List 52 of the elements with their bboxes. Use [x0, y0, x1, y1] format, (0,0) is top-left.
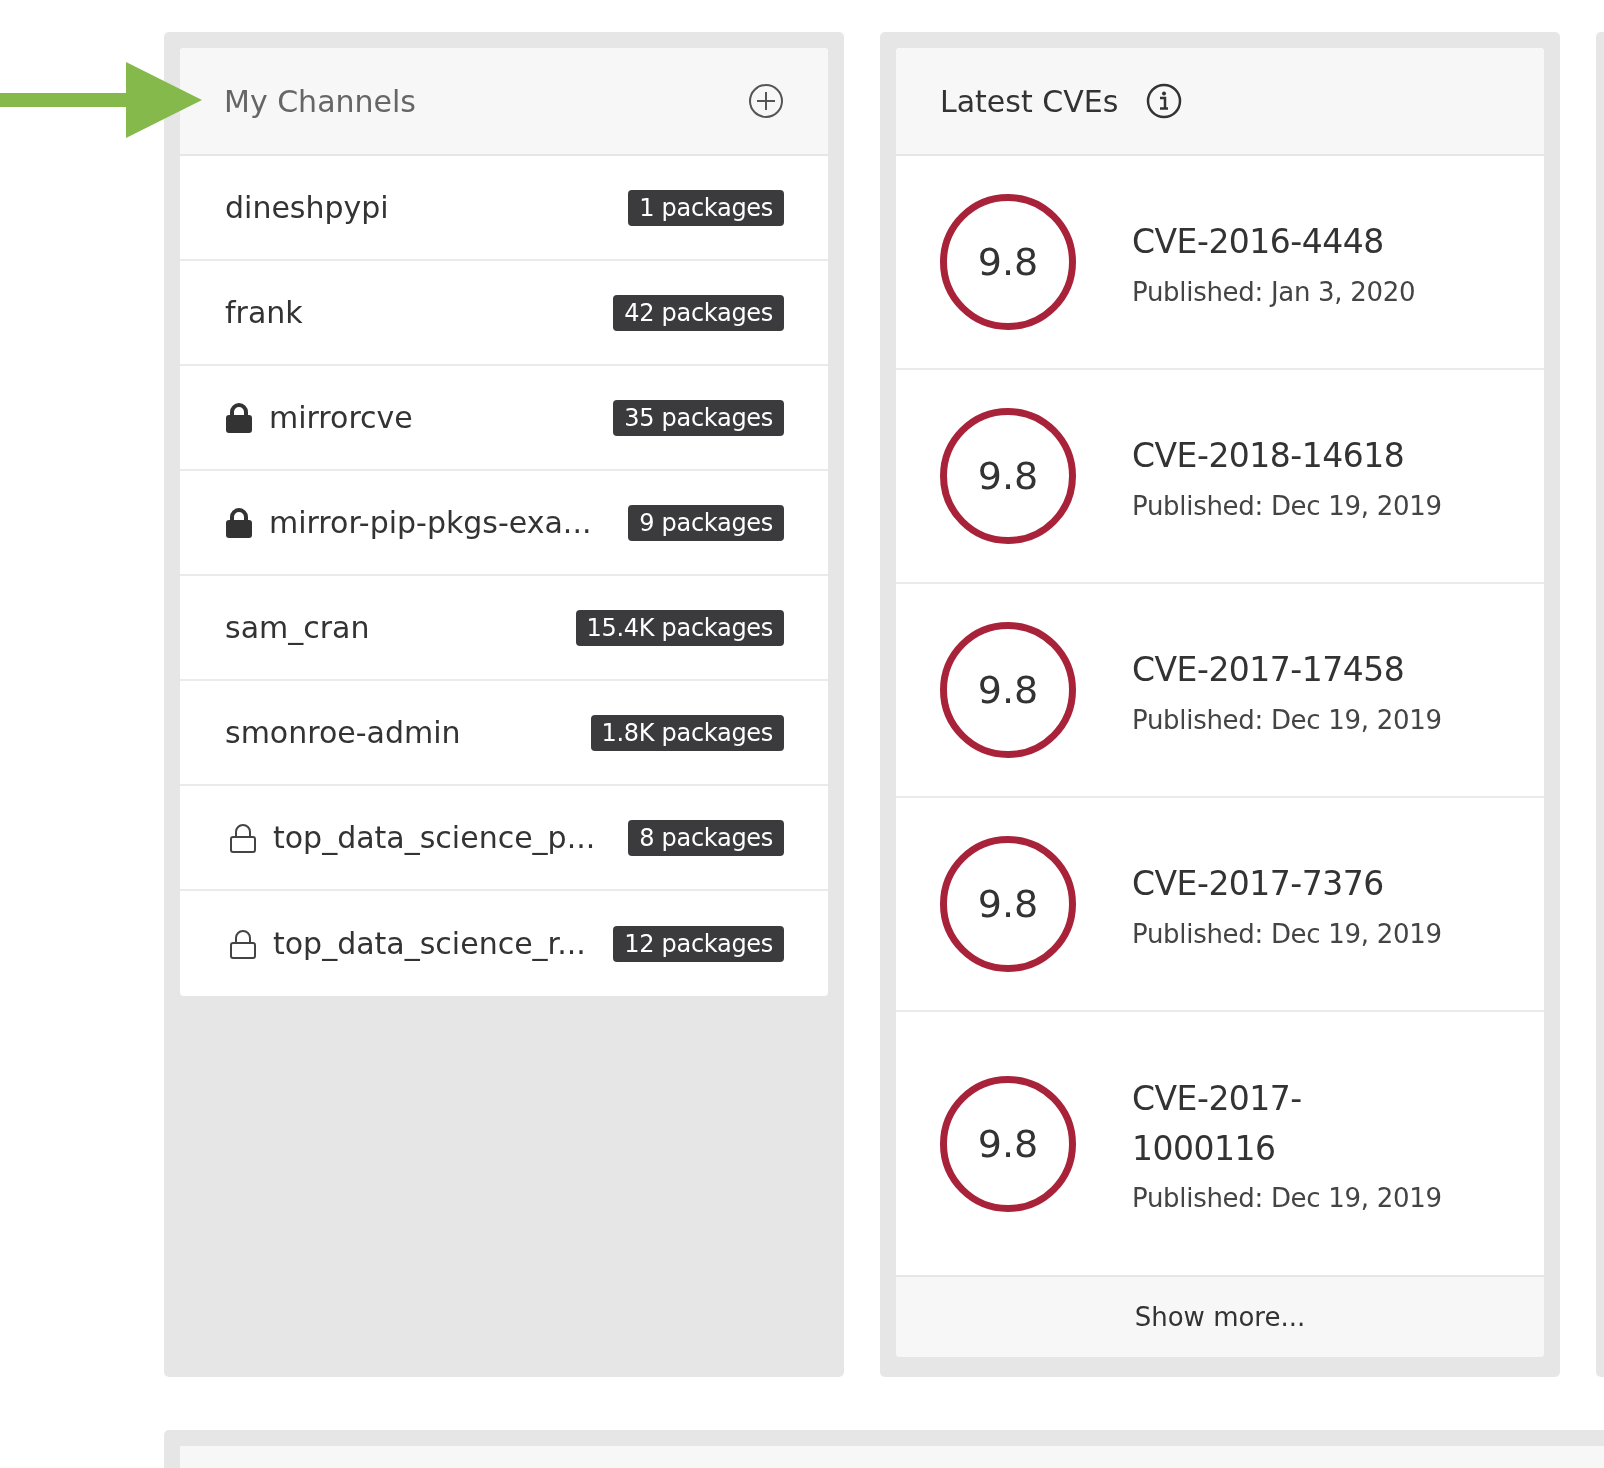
channel-item[interactable]: top_data_science_p... 8 packages [180, 786, 828, 891]
show-more-button[interactable]: Show more... [896, 1277, 1544, 1357]
package-count: 1.8K packages [590, 714, 784, 751]
cve-item[interactable]: 9.8 CVE-2018-14618 Published: Dec 19, 2019 [896, 370, 1544, 584]
add-icon[interactable] [748, 83, 784, 119]
channel-item[interactable]: smonroe-admin 1.8K packages [180, 681, 828, 786]
score-badge: 9.8 [940, 408, 1076, 544]
channel-name: mirrorcve [269, 400, 414, 435]
channel-item[interactable]: mirror-pip-pkgs-exa... 9 packages [180, 471, 828, 576]
package-count: 9 packages [628, 504, 784, 541]
lock-icon [229, 822, 257, 853]
package-count: 42 packages [613, 294, 784, 331]
channel-item[interactable]: sam_cran 15.4K packages [180, 576, 828, 681]
cve-item[interactable]: 9.8 CVE-2017-7376 Published: Dec 19, 2019 [896, 798, 1544, 1012]
channel-name: smonroe-admin [225, 715, 462, 750]
cve-id: CVE-2018-14618 [1132, 435, 1406, 478]
cve-item[interactable]: 9.8 CVE-2016-4448 Published: Jan 3, 2020 [896, 156, 1544, 370]
channel-item[interactable]: mirrorcve 35 packages [180, 366, 828, 471]
lock-icon [229, 928, 257, 959]
cve-id: CVE-2017-1000116 [1132, 1078, 1303, 1170]
channel-name: mirror-pip-pkgs-exa... [269, 505, 593, 540]
channel-name: dineshpypi [225, 190, 390, 225]
package-count: 1 packages [628, 189, 784, 226]
channel-name: frank [225, 295, 304, 330]
package-count: 12 packages [613, 925, 784, 962]
channel-item[interactable]: top_data_science_r... 12 packages [180, 891, 828, 996]
channel-name: top_data_science_p... [273, 820, 597, 855]
published-date: Published: Dec 19, 2019 [1132, 490, 1442, 521]
score-badge: 9.8 [940, 1075, 1076, 1212]
score-badge: 9.8 [940, 622, 1076, 758]
published-date: Published: Dec 19, 2019 [1132, 1183, 1442, 1213]
published-date: Published: Dec 19, 2019 [1132, 918, 1442, 949]
cve-id: CVE-2017-17458 [1132, 649, 1406, 692]
published-date: Published: Jan 3, 2020 [1132, 276, 1417, 307]
info-icon[interactable] [1146, 83, 1183, 119]
lock-icon [225, 507, 253, 538]
package-count: 15.4K packages [575, 609, 784, 646]
channel-name: top_data_science_r... [273, 926, 587, 961]
lock-icon [225, 402, 253, 433]
channel-item[interactable]: frank 42 packages [180, 261, 828, 366]
cve-id: CVE-2017-7376 [1132, 863, 1385, 906]
cve-item[interactable]: 9.8 CVE-2017-17458 Published: Dec 19, 2019 [896, 584, 1544, 798]
cve-id: CVE-2016-4448 [1132, 221, 1385, 264]
score-badge: 9.8 [940, 836, 1076, 972]
package-count: 8 packages [628, 819, 784, 856]
channel-item[interactable]: dineshpypi 1 packages [180, 156, 828, 261]
score-badge: 9.8 [940, 194, 1076, 330]
package-count: 35 packages [613, 399, 784, 436]
panel-title: Latest CVEs [940, 83, 1119, 119]
panel-title: My Channels [224, 83, 417, 119]
published-date: Published: Dec 19, 2019 [1132, 704, 1442, 735]
channel-name: sam_cran [225, 610, 371, 645]
